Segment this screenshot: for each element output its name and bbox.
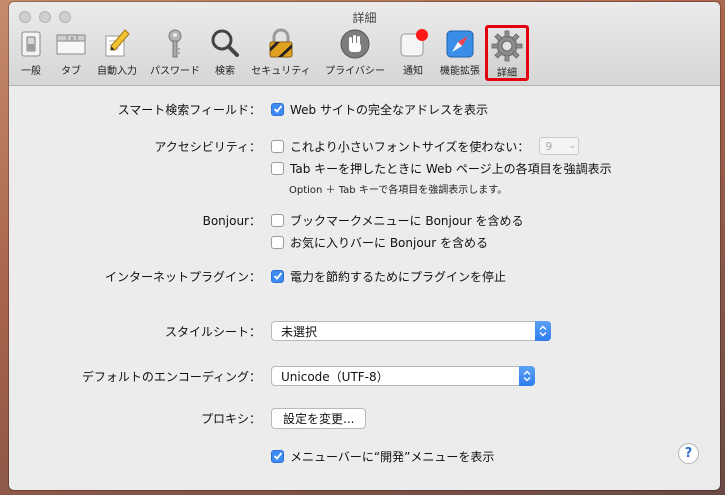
bonjour-bookmarks-text: ブックマークメニューに Bonjour を含める xyxy=(290,213,524,228)
bonjour-bookmarks-option[interactable]: ブックマークメニューに Bonjour を含める xyxy=(271,210,524,230)
checkmark-icon xyxy=(273,105,282,113)
tab-privacy-label: プライバシー xyxy=(325,66,385,77)
smart-search-label: スマート検索フィールド： xyxy=(117,103,261,117)
tab-extensions[interactable]: 機能拡張 xyxy=(437,26,483,82)
change-proxy-settings-button[interactable]: 設定を変更... xyxy=(271,408,367,429)
min-font-size-select: 9 ⌄ xyxy=(539,137,580,155)
smart-search-row: スマート検索フィールド： Web サイトの完全なアドレスを表示 xyxy=(9,99,720,119)
extensions-compass-icon xyxy=(446,30,474,58)
popup-stepper-icon xyxy=(535,321,551,341)
tab-advanced[interactable]: 詳細 xyxy=(485,25,529,81)
tabs-icon: × xyxy=(56,34,86,55)
tab-highlight-note: Option ＋ Tab キーで各項目を強調表示します。 xyxy=(289,185,508,196)
tab-highlight-option[interactable]: Tab キーを押したときに Web ページ上の各項目を強調表示 xyxy=(271,158,612,178)
show-full-address-checkbox[interactable] xyxy=(271,102,284,116)
stylesheet-value: 未選択 xyxy=(281,324,318,339)
bonjour-favorites-option[interactable]: お気に入りバーに Bonjour を含める xyxy=(271,232,488,252)
min-font-checkbox[interactable] xyxy=(271,139,284,153)
tab-search[interactable]: 検索 xyxy=(209,26,241,82)
popup-stepper-icon xyxy=(519,366,535,386)
tab-advanced-label: 詳細 xyxy=(497,68,517,79)
stylesheet-row: スタイルシート： 未選択 xyxy=(9,321,720,341)
develop-menu-text: メニューバーに“開発”メニューを表示 xyxy=(290,449,495,464)
stop-plugins-checkbox[interactable] xyxy=(271,269,284,283)
tab-security-label: セキュリティ xyxy=(251,66,311,77)
tab-autofill-label: 自動入力 xyxy=(97,66,137,77)
svg-text:×: × xyxy=(70,36,74,42)
tab-general[interactable]: 一般 xyxy=(15,26,47,82)
stylesheet-popup[interactable]: 未選択 xyxy=(271,321,551,341)
help-button[interactable]: ? xyxy=(678,443,699,464)
stop-plugins-text: 電力を節約するためにプラグインを停止 xyxy=(290,269,507,284)
encoding-popup[interactable]: Unicode（UTF-8） xyxy=(271,366,535,386)
accessibility-label: アクセシビリティ： xyxy=(154,140,261,154)
key-icon xyxy=(168,29,182,58)
notification-badge-icon xyxy=(400,29,428,57)
tab-general-label: 一般 xyxy=(21,66,41,77)
magnifier-icon xyxy=(211,29,239,57)
bonjour-favorites-text: お気に入りバーに Bonjour を含める xyxy=(290,235,489,250)
accessibility-row: アクセシビリティ： これより小さいフォントサイズを使わない： 9 ⌄ xyxy=(9,136,720,156)
encoding-value: Unicode（UTF-8） xyxy=(281,369,389,384)
tab-highlight-row: Tab キーを押したときに Web ページ上の各項目を強調表示 xyxy=(9,158,720,178)
show-full-address-text: Web サイトの完全なアドレスを表示 xyxy=(290,102,488,117)
proxy-row: プロキシ： 設定を変更... xyxy=(9,408,720,429)
padlock-icon xyxy=(269,28,293,58)
plugins-row: インターネットプラグイン： 電力を節約するためにプラグインを停止 xyxy=(9,266,720,286)
tab-extensions-label: 機能拡張 xyxy=(440,66,480,77)
preferences-window: 詳細 一般 × タブ 自動入力 パスワード 検索 セキュリティ プライバシー 通… xyxy=(9,2,720,490)
autofill-pencil-icon xyxy=(105,29,130,57)
min-font-text: これより小さいフォントサイズを使わない： xyxy=(290,139,530,154)
tab-passwords-label: パスワード xyxy=(150,66,200,77)
bonjour-bookmarks-checkbox[interactable] xyxy=(271,213,284,227)
stylesheet-label: スタイルシート： xyxy=(164,325,261,339)
gear-icon xyxy=(491,30,523,62)
chevron-down-icon: ⌄ xyxy=(568,141,577,151)
min-font-size-value: 9 xyxy=(545,139,553,153)
checkmark-icon xyxy=(273,272,282,280)
proxy-label: プロキシ： xyxy=(200,412,261,426)
checkmark-icon xyxy=(273,452,282,460)
preferences-toolbar: 一般 × タブ 自動入力 パスワード 検索 セキュリティ プライバシー 通知 機… xyxy=(9,25,720,82)
advanced-pane: スマート検索フィールド： Web サイトの完全なアドレスを表示 アクセシビリティ… xyxy=(9,86,720,490)
tab-tabs-label: タブ xyxy=(61,66,81,77)
tab-search-label: 検索 xyxy=(215,66,235,77)
tab-highlight-text: Tab キーを押したときに Web ページ上の各項目を強調表示 xyxy=(290,161,612,176)
develop-menu-row: メニューバーに“開発”メニューを表示 xyxy=(9,446,720,466)
titlebar: 詳細 一般 × タブ 自動入力 パスワード 検索 セキュリティ プライバシー 通… xyxy=(9,2,720,86)
encoding-row: デフォルトのエンコーディング： Unicode（UTF-8） xyxy=(9,366,720,386)
general-switch-icon xyxy=(21,31,41,57)
encoding-label: デフォルトのエンコーディング： xyxy=(81,370,261,384)
tab-security[interactable]: セキュリティ xyxy=(249,26,313,82)
bonjour-label: Bonjour： xyxy=(202,214,261,228)
show-full-address-option[interactable]: Web サイトの完全なアドレスを表示 xyxy=(271,99,488,119)
develop-menu-checkbox[interactable] xyxy=(271,449,284,463)
tab-notifications-label: 通知 xyxy=(403,66,423,77)
bonjour-favorites-row: お気に入りバーに Bonjour を含める xyxy=(9,232,720,252)
plugins-label: インターネットプラグイン： xyxy=(104,270,261,284)
tab-autofill[interactable]: 自動入力 xyxy=(95,26,139,82)
tab-highlight-checkbox[interactable] xyxy=(271,161,284,175)
bonjour-row: Bonjour： ブックマークメニューに Bonjour を含める xyxy=(9,210,720,230)
min-font-option[interactable]: これより小さいフォントサイズを使わない： 9 ⌄ xyxy=(271,136,580,156)
develop-menu-option[interactable]: メニューバーに“開発”メニューを表示 xyxy=(271,446,494,466)
window-title: 詳細 xyxy=(352,11,377,25)
hand-icon xyxy=(340,29,370,59)
bonjour-favorites-checkbox[interactable] xyxy=(271,235,284,249)
tab-tabs[interactable]: × タブ xyxy=(55,26,87,82)
tab-passwords[interactable]: パスワード xyxy=(147,26,203,82)
tab-privacy[interactable]: プライバシー xyxy=(321,26,389,82)
tab-notifications[interactable]: 通知 xyxy=(397,26,429,82)
stop-plugins-option[interactable]: 電力を節約するためにプラグインを停止 xyxy=(271,266,506,286)
